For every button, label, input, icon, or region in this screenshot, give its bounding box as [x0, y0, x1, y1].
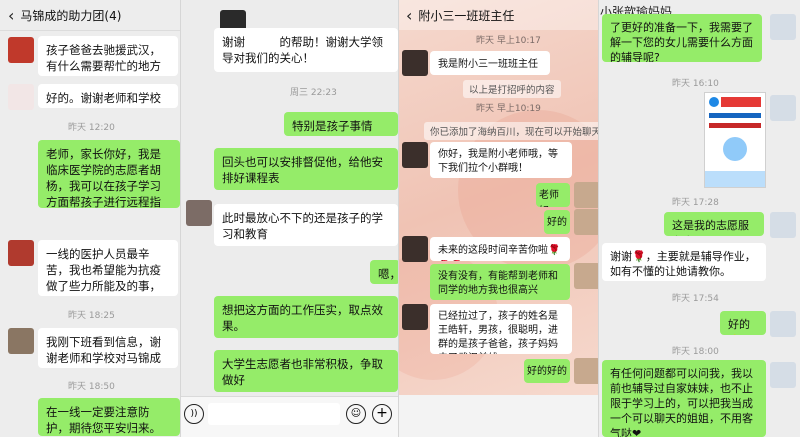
- message-bubble: 好的👌: [720, 311, 766, 335]
- message-bubble: 谢谢🌹，主要就是辅导作业，如有不懂的让她请教你。: [602, 243, 766, 281]
- message-bubble: 大学生志愿者也非常积极，争取做好: [214, 350, 398, 392]
- chat-header: ‹ 附小三一班班主任: [398, 0, 598, 30]
- avatar[interactable]: [770, 212, 796, 238]
- message-bubble: 老师，家长你好，我是临床医学院的志愿者胡杨，我可以在孩子学习方面帮孩子进行远程指…: [38, 140, 180, 208]
- chat-panel-1: ‹ 马锦成的助力团(4) 孩子爸爸去驰援武汉，有什么需要帮忙的地方尽管说@糯儿米…: [0, 0, 180, 437]
- message-bubble: 好的: [544, 210, 570, 234]
- message-bubble: 谢谢 的帮助！谢谢大学领导对我们的关心！: [214, 28, 398, 72]
- avatar[interactable]: [770, 362, 796, 388]
- avatar[interactable]: [574, 263, 598, 289]
- page-background: [398, 395, 598, 437]
- avatar[interactable]: [574, 209, 598, 235]
- panel-divider: [180, 0, 181, 437]
- avatar[interactable]: [186, 200, 212, 226]
- message-bubble: 一线的医护人员最辛苦，我也希望能为抗疫做了些力所能及的事，为抗击疫情出一份力: [38, 240, 178, 296]
- avatar[interactable]: [402, 304, 428, 330]
- avatar[interactable]: [574, 182, 598, 208]
- timestamp: 昨天 早上10:19: [476, 104, 541, 114]
- timestamp: 周三 22:23: [290, 88, 337, 98]
- message-bubble: 此时最放心不下的还是孩子的学习和教育: [214, 204, 398, 246]
- message-input[interactable]: [208, 403, 340, 425]
- message-bubble: 特别是孩子事情: [284, 112, 398, 136]
- avatar[interactable]: [770, 311, 796, 337]
- card-stripe: [709, 113, 761, 118]
- message-bubble: 了更好的准备一下，我需要了解一下您的女儿需要什么方面的辅导呢?: [602, 14, 762, 62]
- timestamp: 昨天 早上10:17: [476, 36, 541, 46]
- voice-icon[interactable]: )): [184, 404, 204, 424]
- avatar[interactable]: [8, 240, 34, 266]
- avatar[interactable]: [574, 358, 598, 384]
- timestamp: 昨天 18:50: [68, 382, 115, 392]
- message-bubble: 这是我的志愿服务卡: [664, 212, 764, 236]
- plus-icon[interactable]: +: [372, 404, 392, 424]
- timestamp: 昨天 16:10: [672, 79, 719, 89]
- timestamp: 昨天 18:00: [672, 347, 719, 357]
- avatar[interactable]: [402, 236, 428, 262]
- card-emblem-icon: [723, 137, 747, 161]
- message-bubble: 你好，我是附小老师哦，等下我们拉个小群哦！: [430, 142, 572, 178]
- avatar[interactable]: [770, 95, 796, 121]
- message-bubble: 在一线一定要注意防护，期待您平安归来。: [38, 398, 180, 436]
- back-arrow-icon[interactable]: ‹: [406, 6, 412, 25]
- timestamp: 昨天 12:20: [68, 123, 115, 133]
- message-bubble: 有任何问题都可以问我，我以前也辅导过自家妹妹，也不止限于学习上的，可以把我当成一…: [602, 360, 766, 437]
- message-input-bar: )) ☺ +: [180, 396, 398, 437]
- card-stripe: [709, 123, 761, 128]
- timestamp: 昨天 17:28: [672, 198, 719, 208]
- chat-title: 马锦成的助力团(4): [20, 8, 122, 23]
- chat-title: 附小三一班班主任: [418, 8, 515, 23]
- chat-header: ‹ 马锦成的助力团(4): [0, 0, 180, 31]
- avatar[interactable]: [402, 50, 428, 76]
- message-bubble: 我刚下班看到信息，谢谢老师和学校对马锦成的关心！: [38, 328, 178, 368]
- message-bubble: 孩子爸爸去驰援武汉，有什么需要帮忙的地方尽管说@糯儿米: [38, 36, 178, 76]
- system-note: 你已添加了海纳百川，现在可以开始聊天了。: [424, 122, 598, 140]
- avatar[interactable]: [770, 14, 796, 40]
- message-bubble: 未来的这段时间辛苦你啦🌹🌹🌹: [430, 237, 570, 261]
- message-bubble: 没有没有，有能帮到老师和同学的地方我也很高兴: [430, 264, 570, 300]
- volunteer-card-image[interactable]: [704, 92, 766, 188]
- message-bubble: 我是附小三一班班主任: [430, 51, 550, 75]
- card-banner: [721, 97, 761, 107]
- back-arrow-icon[interactable]: ‹: [8, 6, 14, 25]
- message-bubble: 嗯，: [370, 260, 398, 284]
- card-logo-icon: [709, 97, 719, 107]
- chat-panel-3: ‹ 附小三一班班主任 昨天 早上10:17 我是附小三一班班主任 以上是打招呼的…: [398, 0, 598, 437]
- timestamp: 昨天 18:25: [68, 311, 115, 321]
- panel-divider: [598, 0, 599, 437]
- timestamp: 昨天 17:54: [672, 294, 719, 304]
- message-bubble: 好的。谢谢老师和学校的关心: [38, 84, 178, 108]
- emoji-icon[interactable]: ☺: [346, 404, 366, 424]
- message-bubble: 想把这方面的工作压实，取点效果。: [214, 296, 398, 338]
- message-bubble: 已经拉过了，孩子的姓名是王皓轩，男孩，很聪明，进群的是孩子爸爸，孩子妈妈去了武汉…: [430, 304, 572, 354]
- system-note: 以上是打招呼的内容: [463, 80, 561, 98]
- message-bubble: 好的好的: [524, 359, 570, 383]
- message-bubble: 老师好: [536, 183, 570, 207]
- avatar[interactable]: [8, 328, 34, 354]
- chat-panel-2: 谢谢 的帮助！谢谢大学领导对我们的关心！ 周三 22:23 特别是孩子事情 回头…: [180, 0, 398, 437]
- panel-divider: [398, 0, 399, 437]
- avatar[interactable]: [8, 37, 34, 63]
- card-footer: [705, 171, 765, 187]
- chat-panel-4: 小张歆瑜妈妈 了更好的准备一下，我需要了解一下您的女儿需要什么方面的辅导呢? 昨…: [598, 0, 800, 437]
- avatar[interactable]: [402, 142, 428, 168]
- message-bubble: 回头也可以安排督促他，给他安排好课程表: [214, 148, 398, 190]
- avatar[interactable]: [8, 84, 34, 110]
